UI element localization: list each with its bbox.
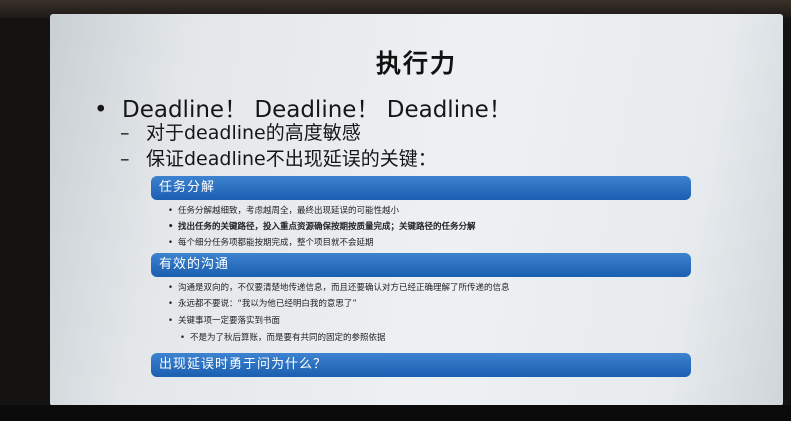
dash-marker: – <box>120 122 130 144</box>
section-item: • 任务分解越细致，考虑越周全，最终出现延误的可能性越小 <box>168 206 400 216</box>
section-item: • 沟通是双向的，不仅要清楚地传递信息，而且还要确认对方已经正确理解了所传递的信息 <box>168 283 510 293</box>
section-header-task-breakdown: 任务分解 <box>151 176 691 200</box>
section-header-effective-communication: 有效的沟通 <box>151 253 691 277</box>
dash-marker: – <box>120 148 130 170</box>
dash-item: – 对于deadline的高度敏感 <box>120 118 361 145</box>
projection-screen: 执行力 • Deadline！ Deadline！ Deadline！ – 对于de… <box>50 14 783 406</box>
section-subitem: • 不是为了秋后算账，而是要有共同的固定的参照依据 <box>180 333 386 343</box>
section-item: • 关键事项一定要落实到书面 <box>168 316 281 326</box>
section-item: • 永远都不要说：“我以为他已经明白我的意思了” <box>168 299 357 309</box>
section-header-delay-why: 出现延误时勇于问为什么？ <box>151 353 691 377</box>
room-floor <box>0 405 791 421</box>
dash-item: – 保证deadline不出现延误的关键： <box>120 144 437 171</box>
slide-title: 执行力 <box>375 49 457 78</box>
dash-item-text: 保证deadline不出现延误的关键： <box>146 148 437 170</box>
bullet-marker: • <box>94 97 108 123</box>
section-item: • 找出任务的关键路径，投入重点资源确保按期按质量完成；关键路径的任务分解 <box>168 222 476 232</box>
section-item: • 每个细分任务项都能按期完成，整个项目就不会延期 <box>168 238 374 248</box>
dash-item-text: 对于deadline的高度敏感 <box>146 122 361 144</box>
